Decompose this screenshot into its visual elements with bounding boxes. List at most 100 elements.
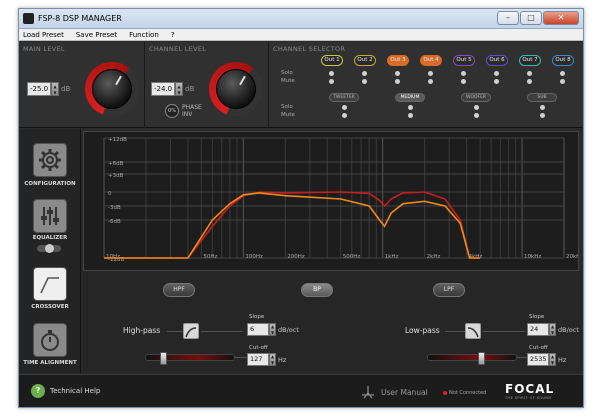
mute-toggle-out-5[interactable] xyxy=(461,79,466,84)
solo-toggle-out-8[interactable] xyxy=(560,71,565,76)
lp-cutoff-value[interactable]: 2535 xyxy=(527,353,549,366)
output-6-button[interactable]: Out 6 xyxy=(486,55,508,66)
channel-level-knob[interactable] xyxy=(209,62,263,116)
highpass-label: High-pass xyxy=(123,326,161,335)
phase-invert-button[interactable]: 0% xyxy=(165,104,179,118)
output-2-button[interactable]: Out 2 xyxy=(354,55,376,66)
hp-cutoff-arrows[interactable]: ▲ ▼ xyxy=(269,353,276,366)
menu-bar: Load Preset Save Preset Function ? xyxy=(19,29,583,41)
menu-function[interactable]: Function xyxy=(129,29,159,40)
mute-toggle-out-7[interactable] xyxy=(527,79,532,84)
solo-label-bottom: Solo xyxy=(281,104,293,110)
focal-tagline: THE SPIRIT OF SOUND xyxy=(505,396,552,400)
solo-toggle-out-3[interactable] xyxy=(395,71,400,76)
menu-load-preset[interactable]: Load Preset xyxy=(23,29,64,40)
time-alignment-button[interactable] xyxy=(33,323,67,357)
main-level-value[interactable]: -25.0 xyxy=(27,82,51,96)
phase-invert[interactable]: 0% PHASE INV xyxy=(165,104,202,118)
output-8-button[interactable]: Out 8 xyxy=(552,55,574,66)
lp-cutoff-spinner[interactable]: 2535 ▲ ▼ Hz xyxy=(527,353,566,366)
solo-toggle-group-2[interactable] xyxy=(408,105,413,110)
mute-label-top: Mute xyxy=(281,78,295,84)
main-level-spinner[interactable]: -25.0 ▲ ▼ dB xyxy=(27,82,70,96)
mute-toggle-group-1[interactable] xyxy=(342,113,347,118)
hp-slope-spinner[interactable]: 6 ▲ ▼ dB/oct xyxy=(247,323,299,336)
lp-cutoff-arrows[interactable]: ▲ ▼ xyxy=(549,353,556,366)
connection-status-label: Not Connected xyxy=(449,390,487,396)
hp-slider-thumb[interactable] xyxy=(160,352,167,365)
technical-help[interactable]: ? Technical Help xyxy=(31,384,100,398)
channel-level-value[interactable]: -24.0 xyxy=(151,82,175,96)
technical-help-label[interactable]: Technical Help xyxy=(50,387,100,395)
y-axis-tick-label: +12dB xyxy=(108,137,127,143)
hp-cutoff-label: Cut-off xyxy=(249,345,268,351)
help-icon[interactable]: ? xyxy=(31,384,45,398)
mute-toggle-group-3[interactable] xyxy=(474,113,479,118)
hp-slope-arrows[interactable]: ▲ ▼ xyxy=(269,323,276,336)
output-7-button[interactable]: Out 7 xyxy=(519,55,541,66)
mute-toggle-out-8[interactable] xyxy=(560,79,565,84)
highpass-curve-icon xyxy=(185,327,197,338)
lowpass-shape-button[interactable] xyxy=(465,323,481,339)
solo-toggle-out-1[interactable] xyxy=(329,71,334,76)
solo-toggle-out-4[interactable] xyxy=(428,71,433,76)
output-5-button[interactable]: Out 5 xyxy=(453,55,475,66)
hp-cutoff-spinner[interactable]: 127 ▲ ▼ Hz xyxy=(247,353,286,366)
hp-slope-value[interactable]: 6 xyxy=(247,323,269,336)
group-tweeter[interactable]: TWEETER xyxy=(329,93,359,102)
footer-bar: ? Technical Help User Manual Not Connect… xyxy=(19,374,583,407)
focal-logo: FOCAL xyxy=(505,382,555,396)
solo-toggle-group-1[interactable] xyxy=(342,105,347,110)
group-woofer[interactable]: WOOFER xyxy=(461,93,491,102)
group-medium[interactable]: MEDIUM xyxy=(395,93,425,102)
solo-toggle-group-3[interactable] xyxy=(474,105,479,110)
main-level-arrows[interactable]: ▲ ▼ xyxy=(51,82,59,96)
menu-save-preset[interactable]: Save Preset xyxy=(76,29,117,40)
lp-slider-thumb[interactable] xyxy=(478,352,485,365)
channel-selector-section: CHANNEL SELECTOR Out 1 Out 2 Out 3 Out 4 Out… xyxy=(269,42,583,128)
solo-toggle-out-2[interactable] xyxy=(362,71,367,76)
mute-toggle-group-4[interactable] xyxy=(540,113,545,118)
channel-level-arrows[interactable]: ▲ ▼ xyxy=(175,82,183,96)
solo-toggle-out-5[interactable] xyxy=(461,71,466,76)
channel-level-spinner[interactable]: -24.0 ▲ ▼ dB xyxy=(151,82,194,96)
lpf-button[interactable]: LPF xyxy=(433,283,465,297)
hp-cutoff-slider[interactable] xyxy=(145,352,235,365)
mute-toggle-out-6[interactable] xyxy=(494,79,499,84)
solo-toggle-out-7[interactable] xyxy=(527,71,532,76)
bp-button[interactable]: BP xyxy=(301,283,333,297)
close-button[interactable]: ✕ xyxy=(543,11,579,25)
mute-toggle-out-3[interactable] xyxy=(395,79,400,84)
mute-toggle-out-2[interactable] xyxy=(362,79,367,84)
mute-toggle-group-2[interactable] xyxy=(408,113,413,118)
main-level-knob[interactable] xyxy=(85,62,139,116)
user-manual[interactable]: User Manual xyxy=(361,385,428,399)
lp-slope-spinner[interactable]: 24 ▲ ▼ dB/oct xyxy=(527,323,579,336)
lp-cutoff-slider[interactable] xyxy=(427,352,517,365)
hp-cutoff-value[interactable]: 127 xyxy=(247,353,269,366)
minimize-button[interactable]: – xyxy=(497,11,519,25)
output-3-button[interactable]: Out 3 xyxy=(387,55,409,66)
solo-toggle-group-4[interactable] xyxy=(540,105,545,110)
x-axis-tick-label: 100Hz xyxy=(245,254,263,260)
mute-toggle-out-4[interactable] xyxy=(428,79,433,84)
output-4-button[interactable]: Out 4 xyxy=(420,55,442,66)
y-axis-tick-label: 0 xyxy=(108,191,112,197)
crossover-button[interactable] xyxy=(33,267,67,301)
eq-toggle[interactable] xyxy=(37,244,61,253)
lp-slope-arrows[interactable]: ▲ ▼ xyxy=(549,323,556,336)
lp-slope-value[interactable]: 24 xyxy=(527,323,549,336)
mute-toggle-out-1[interactable] xyxy=(329,79,334,84)
lp-cutoff-label: Cut-off xyxy=(529,345,548,351)
output-1-button[interactable]: Out 1 xyxy=(321,55,343,66)
solo-toggle-out-6[interactable] xyxy=(494,71,499,76)
hp-connector-2 xyxy=(201,331,243,332)
highpass-shape-button[interactable] xyxy=(183,323,199,339)
equalizer-button[interactable] xyxy=(33,199,67,233)
user-manual-label[interactable]: User Manual xyxy=(381,388,428,397)
group-sub[interactable]: SUB xyxy=(527,93,557,102)
menu-help[interactable]: ? xyxy=(171,29,175,40)
maximize-button[interactable]: □ xyxy=(520,11,542,25)
hpf-button[interactable]: HPF xyxy=(163,283,195,297)
configuration-button[interactable] xyxy=(33,143,67,177)
